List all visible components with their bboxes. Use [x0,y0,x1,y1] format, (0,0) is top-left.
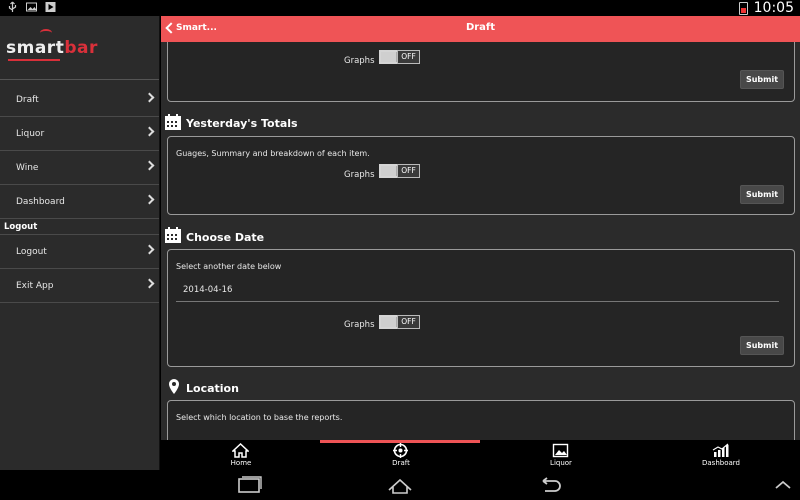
logo-tagline [8,59,60,61]
sidebar-item-label: Liquor [16,128,45,139]
system-nav-bar [0,470,800,500]
report-card-top: Graphs OFF Submit [167,42,795,102]
sidebar-item-exit-app[interactable]: Exit App [0,269,159,303]
report-card-location: Select which location to base the report… [167,400,795,440]
graphs-toggle[interactable]: OFF [379,315,420,329]
main-content[interactable]: Graphs OFF Submit Yesterday's Totals Gua… [161,42,800,440]
home-icon [232,443,249,458]
sidebar-item-label: Logout [16,246,47,257]
toggle-knob [381,52,397,62]
tab-home[interactable]: Home [161,440,321,470]
card-description: Select another date below [176,262,282,271]
sidebar: smartbar Draft Liquor Wine Dashboard Log… [0,16,160,470]
logo-wordmark: smartbar [6,38,98,58]
sidebar-section-logout: Logout [0,219,159,235]
report-card-yesterday: Guages, Summary and breakdown of each it… [167,136,795,215]
toggle-state: OFF [397,50,420,64]
location-pin-icon [169,379,179,394]
chevron-right-icon [144,278,155,289]
chevron-up-icon[interactable] [770,476,796,494]
target-icon [393,443,408,458]
status-bar: 10:05 [0,0,800,16]
sidebar-item-liquor[interactable]: Liquor [0,117,159,151]
sidebar-item-draft[interactable]: Draft [0,83,159,117]
sidebar-item-label: Dashboard [16,196,65,207]
app-logo: smartbar [0,16,159,80]
chevron-right-icon [144,92,155,103]
date-input-underline [176,301,779,302]
section-title-location: Location [186,382,239,395]
sidebar-item-wine[interactable]: Wine [0,151,159,185]
graphs-label: Graphs [344,170,375,180]
submit-button[interactable]: Submit [740,185,784,204]
sidebar-item-label: Exit App [16,280,54,291]
play-store-icon [45,2,56,12]
chevron-right-icon [144,194,155,205]
sidebar-item-label: Draft [16,94,39,105]
toggle-knob [381,166,397,176]
chart-icon [712,443,729,457]
home-nav-icon[interactable] [387,476,413,494]
tab-dashboard[interactable]: Dashboard [641,440,800,470]
toggle-state: OFF [397,315,420,329]
submit-button[interactable]: Submit [740,70,784,89]
tab-draft[interactable]: Draft [321,440,481,470]
section-title-choose-date: Choose Date [186,231,265,244]
app-header: Smart... Draft [161,16,800,42]
chevron-right-icon [144,160,155,171]
tab-liquor[interactable]: Liquor [481,440,641,470]
battery-icon [738,1,748,15]
page-title: Draft [465,22,496,33]
sidebar-item-label: Wine [16,162,39,173]
back-nav-icon[interactable] [537,476,563,494]
calendar-icon [165,114,181,130]
chevron-right-icon [144,244,155,255]
toggle-knob [381,317,397,327]
gallery-icon [26,2,37,12]
graphs-toggle[interactable]: OFF [379,164,420,178]
card-description: Select which location to base the report… [176,413,343,422]
sidebar-item-dashboard[interactable]: Dashboard [0,185,159,219]
image-icon [552,443,569,458]
toggle-state: OFF [397,164,420,178]
graphs-label: Graphs [344,320,375,330]
card-description: Guages, Summary and breakdown of each it… [176,149,370,158]
graphs-label: Graphs [344,56,375,66]
report-card-choose-date: Select another date below 2014-04-16 Gra… [167,249,795,367]
recent-apps-icon[interactable] [237,476,263,494]
sidebar-item-logout[interactable]: Logout [0,235,159,269]
submit-button[interactable]: Submit [740,336,784,355]
bottom-tab-bar: Home Draft Liquor Dashboard [161,440,800,470]
signal-icon [40,29,52,37]
usb-icon [8,1,17,12]
date-input[interactable]: 2014-04-16 [183,285,232,295]
status-clock: 10:05 [753,0,794,16]
section-title-yesterday: Yesterday's Totals [186,117,298,130]
chevron-right-icon [144,126,155,137]
calendar-icon [165,227,181,243]
graphs-toggle[interactable]: OFF [379,50,420,64]
